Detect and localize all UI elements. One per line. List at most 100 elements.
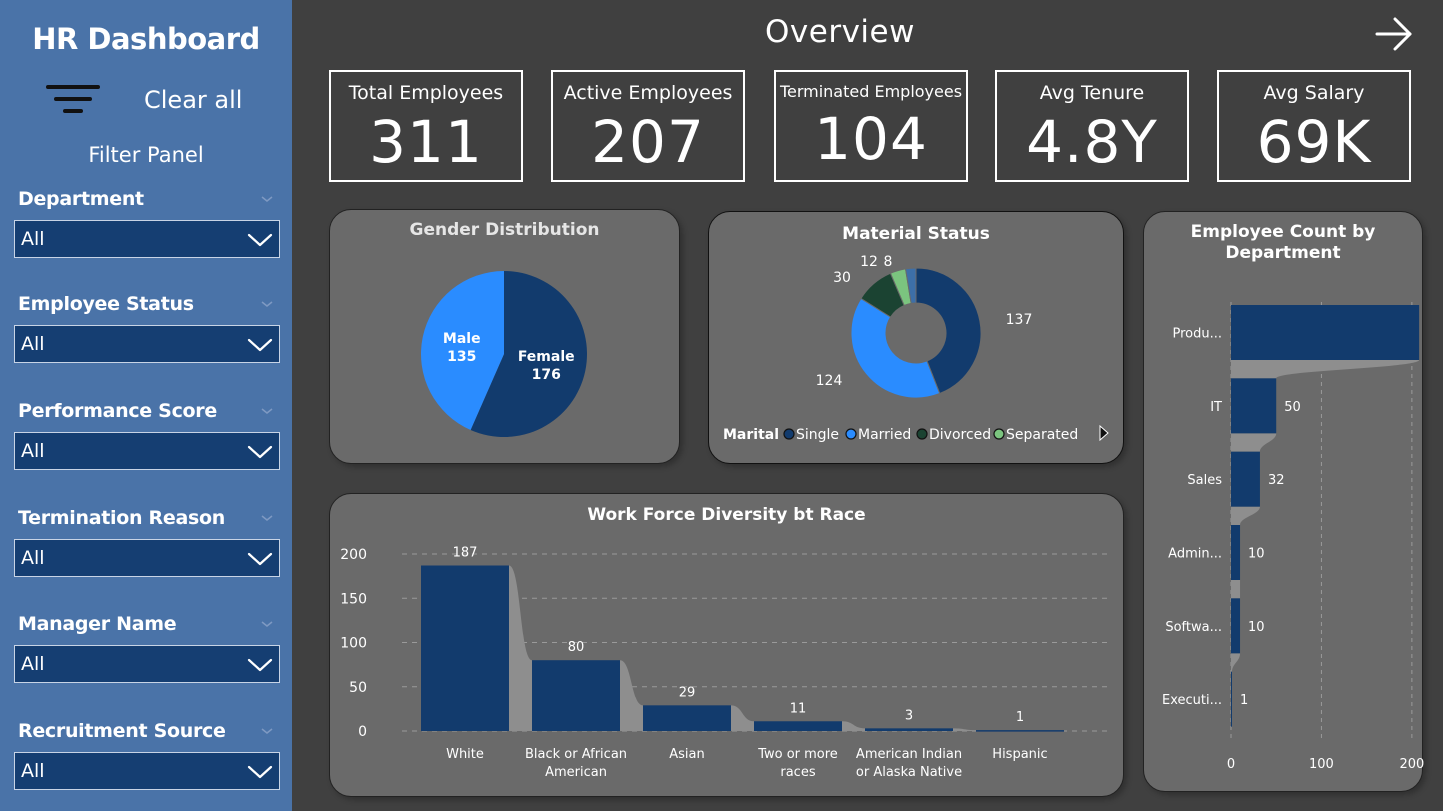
bar — [532, 660, 620, 731]
chevron-down-icon[interactable] — [260, 404, 274, 418]
bar-value-label: 11 — [790, 701, 807, 716]
filter-department: Department All — [14, 188, 280, 258]
dropdown-value: All — [21, 653, 45, 675]
bar — [1231, 451, 1260, 507]
marital-status-card: Material Status 137 124 30 12 8 Marital Single… — [708, 211, 1124, 464]
bar-value-label: 1 — [1016, 710, 1024, 725]
kpi-label: Avg Tenure — [1039, 82, 1145, 104]
filter-recruitment-source: Recruitment Source All — [14, 720, 280, 790]
donut-slice — [850, 297, 941, 399]
category-label: IT — [1210, 400, 1222, 415]
filter-label: Department — [18, 188, 144, 210]
filter-dropdown[interactable]: All — [14, 220, 280, 258]
legend-marker — [916, 428, 928, 440]
slice-value-label: 12 — [860, 254, 878, 270]
y-tick-label: 100 — [340, 636, 367, 652]
ribbon — [1231, 360, 1420, 379]
category-label: Hispanic — [992, 747, 1047, 762]
kpi-terminated-employees: Terminated Employees 104 — [774, 70, 968, 182]
kpi-avg-tenure: Avg Tenure 4.8Y — [995, 70, 1189, 182]
kpi-value: 207 — [591, 108, 705, 176]
slice-category-label: Female — [518, 349, 575, 365]
chevron-down-icon[interactable] — [260, 617, 274, 631]
chevron-down-icon[interactable] — [260, 724, 274, 738]
category-label: Softwa... — [1165, 620, 1222, 635]
legend-title: Marital — [723, 427, 779, 443]
filter-label: Termination Reason — [18, 507, 225, 529]
dropdown-value: All — [21, 228, 45, 250]
kpi-value: 69K — [1256, 108, 1372, 176]
dropdown-value: All — [21, 440, 45, 462]
dropdown-value: All — [21, 333, 45, 355]
filter-dropdown[interactable]: All — [14, 645, 280, 683]
category-label: races — [780, 765, 815, 780]
filter-label: Recruitment Source — [18, 720, 226, 742]
ribbon — [1231, 653, 1241, 672]
slice-value-label: 30 — [833, 270, 851, 286]
legend-marker — [993, 428, 1005, 440]
ribbon — [509, 565, 532, 731]
chevron-down-icon[interactable] — [260, 297, 274, 311]
category-label: or Alaska Native — [856, 765, 962, 780]
bar — [1231, 671, 1232, 727]
bar-value-label: 29 — [679, 685, 696, 700]
race-diversity-card: Work Force Diversity bt Race 0 50 100 150 20… — [329, 493, 1124, 797]
slice-value-label: 176 — [532, 367, 561, 383]
y-tick-label: 50 — [349, 680, 367, 696]
y-tick-label: 200 — [340, 547, 367, 563]
category-label: Admin... — [1168, 547, 1222, 562]
bar — [754, 721, 842, 731]
marital-donut-chart: 137 124 30 12 8 Marital Single Married Divorced S… — [723, 254, 1109, 443]
legend-entry-label: Married — [858, 427, 911, 443]
filter-label: Employee Status — [18, 293, 194, 315]
filter-dropdown[interactable]: All — [14, 432, 280, 470]
kpi-value: 4.8Y — [1026, 108, 1158, 176]
ribbon — [731, 705, 754, 731]
bar-value-label: 10 — [1248, 620, 1265, 635]
kpi-avg-salary: Avg Salary 69K — [1217, 70, 1411, 182]
category-label: Produ... — [1172, 327, 1222, 342]
chevron-down-icon[interactable] — [260, 511, 274, 525]
filter-performance-score: Performance Score All — [14, 400, 280, 470]
filter-dropdown[interactable]: All — [14, 325, 280, 363]
page-title: Overview — [765, 14, 915, 50]
department-bar-chart: 0100200Produ...208IT50Sales32Admin...10S… — [1162, 302, 1424, 772]
filter-dropdown[interactable]: All — [14, 752, 280, 790]
bar — [643, 705, 731, 731]
category-label: Asian — [669, 747, 704, 762]
category-label: Executi... — [1162, 693, 1222, 708]
bar-value-label: 10 — [1248, 547, 1265, 562]
legend-marker — [845, 428, 857, 440]
bar — [976, 730, 1064, 732]
filter-dropdown[interactable]: All — [14, 539, 280, 577]
bar — [1231, 305, 1420, 360]
bar-value-label: 32 — [1268, 473, 1285, 488]
x-tick-label: 100 — [1309, 757, 1334, 772]
chevron-down-icon — [247, 765, 273, 779]
category-label: American Indian — [856, 747, 962, 762]
bar-value-label: 187 — [453, 546, 478, 561]
kpi-label: Avg Salary — [1263, 82, 1365, 104]
bar — [1231, 378, 1277, 434]
legend-entry-label: Divorced — [929, 427, 991, 443]
filter-icon[interactable] — [44, 82, 100, 120]
filter-sidebar: HR Dashboard Clear all Filter Panel Depa… — [0, 0, 292, 811]
bar — [1231, 598, 1241, 654]
chevron-down-icon[interactable] — [260, 192, 274, 206]
race-bar-chart: 0 50 100 150 200 187 White 80 Black or African Am… — [340, 546, 1110, 780]
category-label: Two or more — [757, 747, 838, 762]
dropdown-value: All — [21, 547, 45, 569]
dashboard-title: HR Dashboard — [32, 22, 260, 56]
clear-all-button[interactable]: Clear all — [144, 86, 242, 114]
chevron-down-icon — [247, 445, 273, 459]
slice-value-label: 137 — [1006, 312, 1033, 328]
arrow-right-icon[interactable] — [1374, 16, 1414, 52]
slice-category-label: Male — [443, 331, 481, 347]
legend-next-icon[interactable] — [1099, 424, 1109, 442]
y-tick-label: 150 — [340, 591, 367, 607]
legend-entry-label: Separated — [1006, 427, 1078, 443]
y-tick-label: 0 — [358, 724, 367, 740]
chevron-down-icon — [247, 338, 273, 352]
ribbon — [842, 721, 865, 731]
kpi-label: Total Employees — [348, 82, 504, 104]
